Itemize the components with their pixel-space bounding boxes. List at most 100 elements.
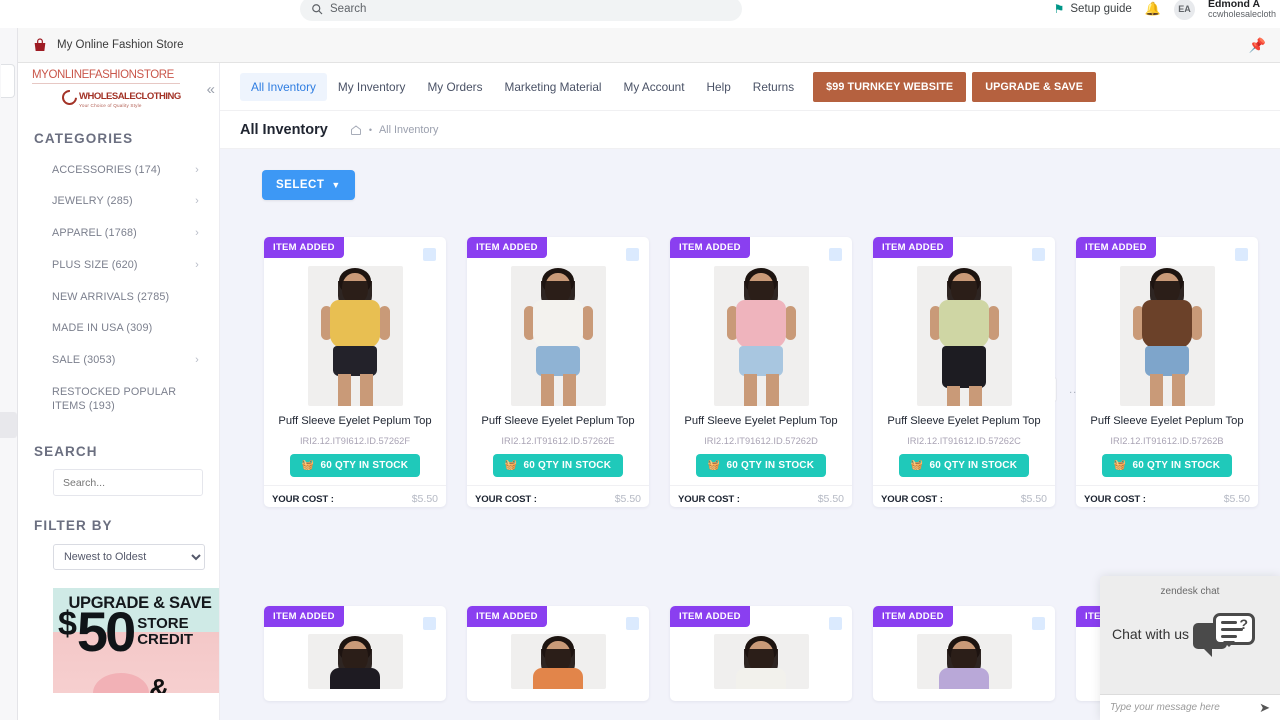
product-image[interactable] <box>1119 266 1215 406</box>
rail-tab-handle[interactable] <box>1 64 15 98</box>
product-garment-top <box>736 300 786 348</box>
zendesk-chat-widget[interactable]: zendesk chat Chat with us ? Type your me… <box>1100 576 1280 720</box>
user-info[interactable]: Edmond A ccwholesalecloth <box>1208 0 1276 19</box>
pin-icon[interactable]: 📌 <box>1249 37 1266 54</box>
tab-my-account[interactable]: My Account <box>613 73 696 101</box>
product-card[interactable]: ITEM ADDED <box>264 606 446 701</box>
sidebar-item-accessories[interactable]: ACCESSORIES (174) › <box>30 154 207 186</box>
browser-search-input[interactable]: Search <box>300 0 742 21</box>
page-title: All Inventory <box>240 121 328 138</box>
product-name[interactable]: Puff Sleeve Eyelet Peplum Top <box>670 415 852 427</box>
product-checkbox[interactable] <box>626 617 639 630</box>
status-badge: ITEM ADDED <box>467 606 547 627</box>
sidebar-item-new-arrivals[interactable]: NEW ARRIVALS (2785) <box>30 281 207 313</box>
zendesk-message-input[interactable]: Type your message here ➤ <box>1100 694 1280 720</box>
model-leg-right <box>1171 374 1185 406</box>
product-image[interactable] <box>307 266 403 406</box>
shopping-bag-icon <box>34 38 46 51</box>
promo-banner-upgrade-save[interactable]: UPGRADE & SAVE $ 50 STORE CREDIT & <box>53 588 219 694</box>
product-checkbox[interactable] <box>829 248 842 261</box>
filter-sort-select[interactable]: Newest to Oldest <box>53 544 205 571</box>
browser-search-placeholder: Search <box>330 3 367 15</box>
promo-credit: CREDIT <box>137 630 194 648</box>
product-image[interactable] <box>916 634 1012 689</box>
tab-all-inventory[interactable]: All Inventory <box>240 72 327 101</box>
setup-guide-button[interactable]: ⚑ Setup guide <box>1054 2 1132 16</box>
upgrade-save-button[interactable]: UPGRADE & SAVE <box>972 71 1096 102</box>
chevron-double-left-icon[interactable]: « <box>207 81 215 98</box>
product-checkbox[interactable] <box>423 248 436 261</box>
product-card[interactable]: ITEM ADDED Puff Sleeve Eyelet Peplum Top… <box>873 237 1055 507</box>
stock-label: 60 QTY IN STOCK <box>726 460 815 471</box>
brand-logo[interactable]: MYONLINEFASHIONSTORE WHOLESALECLOTHING Y… <box>18 63 219 115</box>
tab-my-inventory[interactable]: My Inventory <box>327 73 417 101</box>
tab-help[interactable]: Help <box>696 73 742 101</box>
bell-icon[interactable]: 🔔 <box>1145 1 1161 17</box>
home-icon[interactable] <box>350 124 362 136</box>
model-leg-left <box>743 374 757 406</box>
product-image[interactable] <box>713 634 809 689</box>
product-card[interactable]: ITEM ADDED <box>670 606 852 701</box>
product-card[interactable]: ITEM ADDED <box>873 606 1055 701</box>
turnkey-website-button[interactable]: $99 TURNKEY WEBSITE <box>813 71 967 102</box>
product-checkbox[interactable] <box>1235 248 1248 261</box>
product-name[interactable]: Puff Sleeve Eyelet Peplum Top <box>1076 415 1258 427</box>
product-checkbox[interactable] <box>829 617 842 630</box>
product-image[interactable] <box>307 634 403 689</box>
user-email: ccwholesalecloth <box>1207 8 1276 19</box>
product-checkbox[interactable] <box>1032 617 1045 630</box>
cost-value: $5.50 <box>614 493 641 505</box>
inventory-content: SELECT ▼ ‹ 1 2 3 4 5 ... 196 › 30 / page… <box>220 149 1280 720</box>
product-checkbox[interactable] <box>423 617 436 630</box>
select-button[interactable]: SELECT ▼ <box>262 170 355 200</box>
cost-value: $5.50 <box>1223 493 1250 505</box>
main-content: All Inventory My Inventory My Orders Mar… <box>220 63 1280 720</box>
stock-badge: 🧺 60 QTY IN STOCK <box>492 454 624 477</box>
product-image[interactable] <box>916 266 1012 406</box>
product-name[interactable]: Puff Sleeve Eyelet Peplum Top <box>873 415 1055 427</box>
breadcrumb-current[interactable]: All Inventory <box>379 124 438 136</box>
product-image[interactable] <box>713 266 809 406</box>
stock-badge: 🧺 60 QTY IN STOCK <box>898 454 1030 477</box>
sidebar-item-jewelry[interactable]: JEWELRY (285) › <box>30 186 207 218</box>
product-card[interactable]: ITEM ADDED Puff Sleeve Eyelet Peplum Top… <box>467 237 649 507</box>
search-input[interactable] <box>54 470 202 496</box>
send-icon[interactable]: ➤ <box>1259 700 1270 716</box>
category-label: SALE (3053) <box>52 354 116 367</box>
sidebar-item-plus-size[interactable]: PLUS SIZE (620) › <box>30 250 207 282</box>
model-leg-right <box>765 374 779 406</box>
product-image[interactable] <box>510 266 606 406</box>
product-card[interactable]: ITEM ADDED Puff Sleeve Eyelet Peplum Top… <box>264 237 446 507</box>
product-card[interactable]: ITEM ADDED <box>467 606 649 701</box>
status-badge: ITEM ADDED <box>873 237 953 258</box>
model-arm-right <box>378 306 390 340</box>
chevron-down-icon: ▼ <box>331 180 341 190</box>
chevron-right-icon: › <box>195 259 199 272</box>
product-checkbox[interactable] <box>1032 248 1045 261</box>
product-image[interactable] <box>510 634 606 689</box>
model-arm-right <box>784 306 796 340</box>
cost-value: $5.50 <box>411 493 438 505</box>
model-leg-right <box>562 374 576 406</box>
product-name[interactable]: Puff Sleeve Eyelet Peplum Top <box>467 415 649 427</box>
product-card[interactable]: ITEM ADDED Puff Sleeve Eyelet Peplum Top… <box>670 237 852 507</box>
product-card[interactable]: ITEM ADDED Puff Sleeve Eyelet Peplum Top… <box>1076 237 1258 507</box>
avatar[interactable]: EA <box>1173 0 1195 20</box>
sidebar-item-sale[interactable]: SALE (3053) › <box>30 345 207 377</box>
sidebar-item-restocked[interactable]: RESTOCKED POPULAR ITEMS (193) <box>30 376 207 422</box>
category-label: ACCESSORIES (174) <box>52 163 161 176</box>
tab-my-orders[interactable]: My Orders <box>416 73 493 101</box>
category-list: ACCESSORIES (174) › JEWELRY (285) › APPA… <box>18 150 219 422</box>
product-checkbox[interactable] <box>626 248 639 261</box>
store-badge[interactable]: My Online Fashion Store <box>32 37 184 53</box>
chat-with-us-label[interactable]: Chat with us <box>1112 626 1189 642</box>
sidebar-item-made-in-usa[interactable]: MADE IN USA (309) <box>30 313 207 345</box>
tab-returns[interactable]: Returns <box>742 73 805 101</box>
sidebar-search[interactable] <box>53 469 203 497</box>
rail-scroll-handle[interactable] <box>0 412 17 438</box>
chat-bubbles-icon: ? <box>1193 611 1256 657</box>
tab-marketing-material[interactable]: Marketing Material <box>494 73 613 101</box>
basket-icon: 🧺 <box>301 460 315 471</box>
product-name[interactable]: Puff Sleeve Eyelet Peplum Top <box>264 415 446 427</box>
sidebar-item-apparel[interactable]: APPAREL (1768) › <box>30 218 207 250</box>
